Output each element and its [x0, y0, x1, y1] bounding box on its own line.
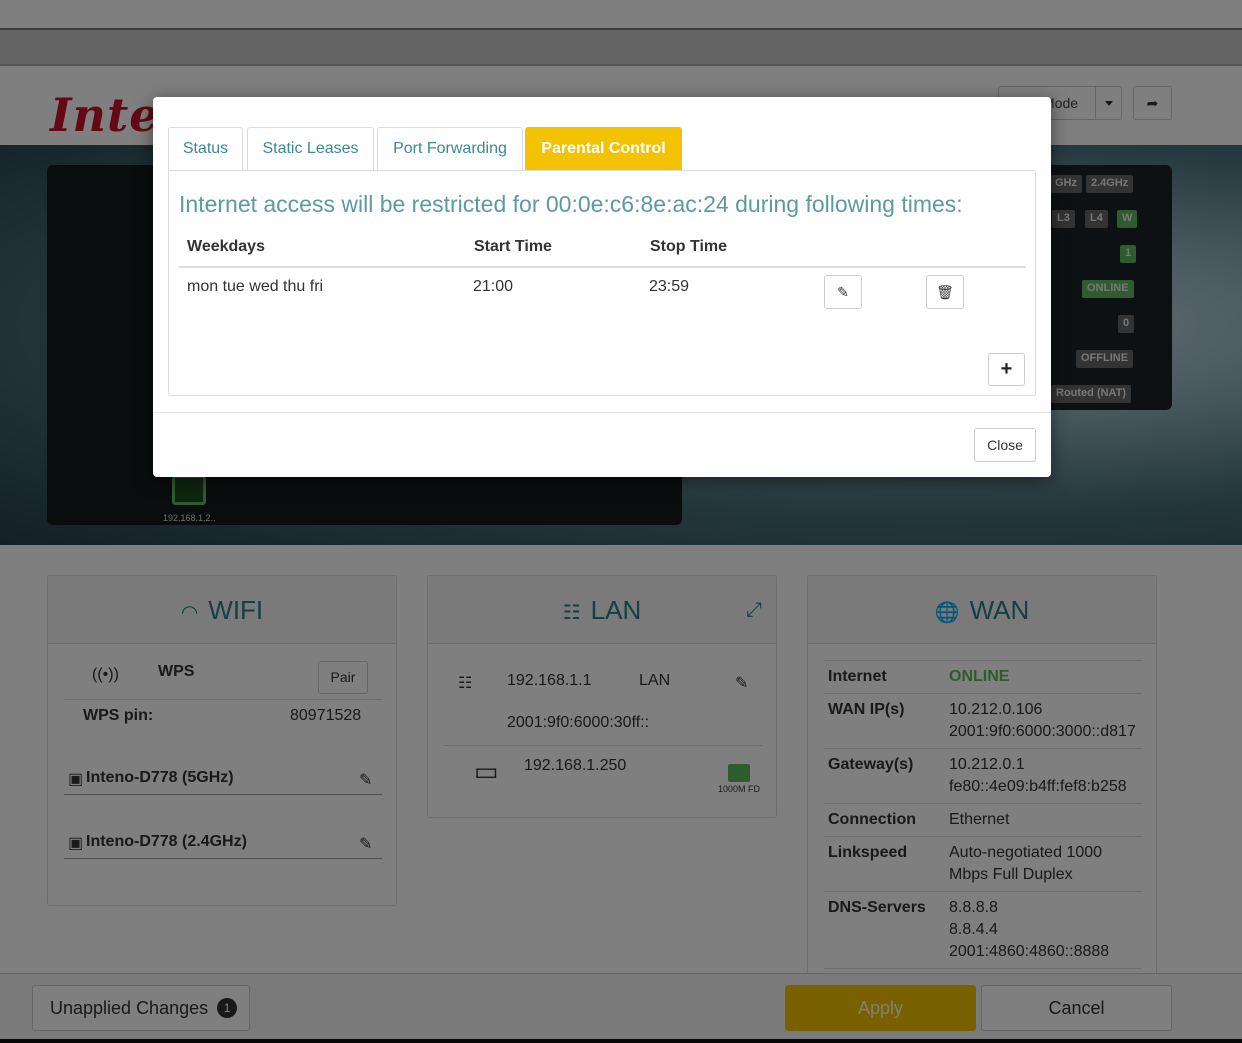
row-weekdays: mon tue wed thu fri — [187, 278, 324, 295]
tab-port-forwarding[interactable]: Port Forwarding — [377, 127, 523, 171]
pencil-icon: ✎ — [837, 284, 849, 300]
add-rule-button[interactable]: + — [988, 353, 1025, 386]
restriction-title: Internet access will be restricted for 0… — [179, 191, 963, 217]
row-stop-time: 23:59 — [649, 278, 690, 295]
trash-icon: 🗑 — [936, 284, 954, 300]
parental-control-modal: Status Static Leases Port Forwarding Par… — [153, 97, 1051, 477]
delete-rule-button[interactable]: 🗑 — [926, 275, 964, 309]
parental-control-pane: Internet access will be restricted for 0… — [168, 170, 1036, 396]
close-button[interactable]: Close — [974, 428, 1036, 462]
col-weekdays: Weekdays — [187, 238, 265, 255]
col-stop-time: Stop Time — [650, 238, 728, 255]
table-header-divider — [179, 266, 1026, 268]
row-start-time: 21:00 — [473, 278, 514, 295]
col-start-time: Start Time — [474, 238, 552, 255]
tab-status[interactable]: Status — [168, 127, 243, 171]
edit-rule-button[interactable]: ✎ — [824, 275, 862, 309]
tab-parental-control[interactable]: Parental Control — [525, 127, 682, 171]
tab-static-leases[interactable]: Static Leases — [247, 127, 374, 171]
modal-footer-divider — [153, 412, 1051, 413]
